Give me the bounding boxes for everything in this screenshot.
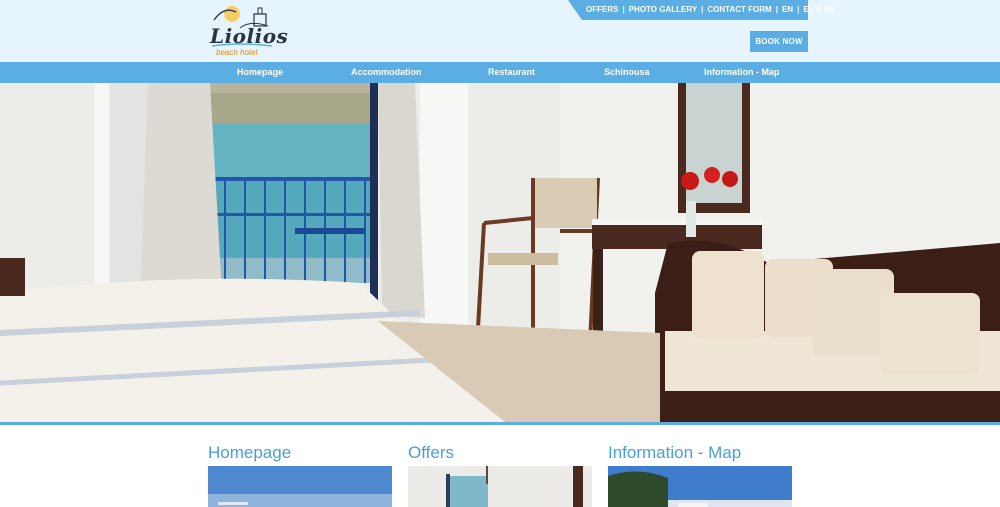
box-image-homepage[interactable] — [208, 466, 392, 507]
top-nav-contact-form[interactable]: CONTACT FORM — [707, 5, 771, 14]
separator: | — [775, 5, 778, 14]
hotel-room-photo — [0, 83, 1000, 422]
nav-information-map[interactable]: Information - Map — [704, 67, 780, 77]
site-header: Liolios beach hotel OFFERS | PHOTO GALLER… — [0, 0, 1000, 62]
separator: | — [797, 5, 800, 14]
separator: | — [817, 5, 820, 14]
logo-subtitle: beach hotel — [216, 48, 258, 57]
box-image-information-map[interactable] — [608, 466, 792, 507]
separator: | — [701, 5, 704, 14]
lang-en[interactable]: EN — [782, 5, 793, 14]
hero-divider — [0, 422, 1000, 425]
logo-text: Liolios — [210, 24, 289, 48]
nav-restaurant[interactable]: Restaurant — [488, 67, 535, 77]
top-nav-offers[interactable]: OFFERS — [586, 5, 618, 14]
box-title-homepage[interactable]: Homepage — [208, 443, 291, 463]
nav-accommodation[interactable]: Accommodation — [351, 67, 422, 77]
main-nav: Homepage Accommodation Restaurant Schino… — [0, 62, 1000, 83]
box-title-offers[interactable]: Offers — [408, 443, 454, 463]
nav-homepage[interactable]: Homepage — [237, 67, 283, 77]
site-logo[interactable]: Liolios beach hotel — [210, 2, 288, 60]
book-now-button[interactable]: BOOK NOW — [750, 31, 808, 52]
box-image-offers[interactable] — [408, 466, 592, 507]
top-nav: OFFERS | PHOTO GALLERY | CONTACT FORM | EN |… — [586, 5, 834, 14]
nav-schinousa[interactable]: Schinousa — [604, 67, 650, 77]
lang-fr[interactable]: FR — [824, 5, 835, 14]
box-title-information-map[interactable]: Information - Map — [608, 443, 741, 463]
separator: | — [622, 5, 625, 14]
top-nav-photo-gallery[interactable]: PHOTO GALLERY — [629, 5, 697, 14]
hero-slider[interactable] — [0, 83, 1000, 422]
lang-el[interactable]: EL — [803, 5, 813, 14]
